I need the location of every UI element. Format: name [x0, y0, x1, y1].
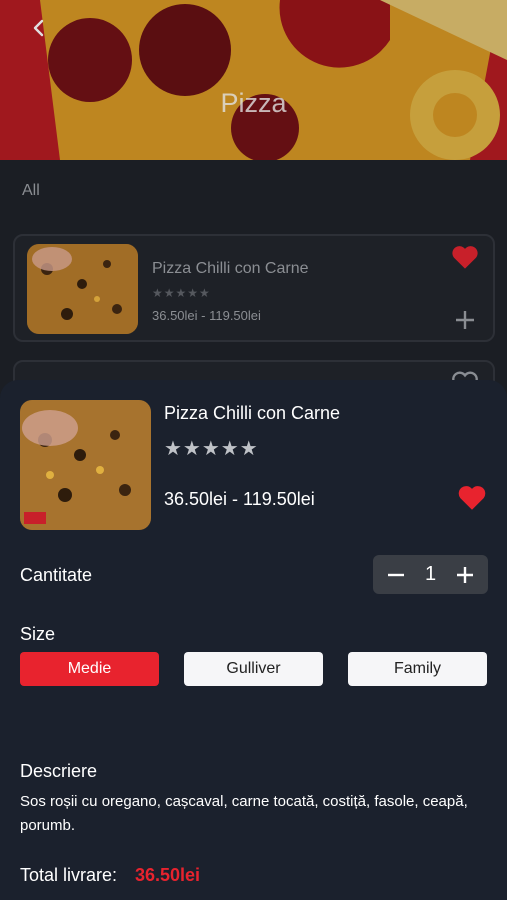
decrement-button[interactable] — [385, 562, 407, 588]
size-option-gulliver[interactable]: Gulliver — [184, 652, 323, 686]
add-to-cart-button[interactable] — [455, 308, 475, 334]
product-list: Pizza Chilli con Carne ★★★★★ 36.50lei - … — [0, 220, 507, 468]
total-value: 36.50lei — [135, 865, 201, 885]
category-header: Pizza — [0, 0, 507, 160]
minus-icon — [388, 573, 404, 576]
product-price: 36.50lei - 119.50lei — [152, 308, 261, 323]
size-label: Size — [20, 624, 56, 644]
quantity-label: Cantitate — [20, 565, 93, 585]
size-option-family[interactable]: Family — [348, 652, 487, 686]
heart-icon[interactable] — [451, 244, 479, 270]
product-image — [27, 244, 138, 334]
size-option-medie[interactable]: Medie — [20, 652, 159, 686]
rating-stars: ★★★★★ — [152, 286, 211, 300]
chevron-left-icon — [33, 19, 44, 37]
plus-icon — [456, 311, 474, 329]
increment-button[interactable] — [454, 562, 476, 588]
rating-stars: ★★★★★ — [164, 438, 259, 460]
category-tabs: All — [0, 160, 507, 223]
tab-all[interactable]: All — [22, 182, 40, 200]
total-label: Total livrare: — [20, 865, 118, 885]
product-name: Pizza Chilli con Carne — [164, 403, 341, 423]
product-card[interactable]: Pizza Chilli con Carne ★★★★★ 36.50lei - … — [13, 234, 495, 342]
product-detail-sheet: Pizza Chilli con Carne ★★★★★ 36.50lei - … — [0, 380, 507, 900]
page-title: Pizza — [220, 88, 287, 118]
product-image — [20, 400, 151, 530]
product-name: Pizza Chilli con Carne — [152, 260, 309, 277]
heart-icon[interactable] — [457, 484, 487, 511]
quantity-value: 1 — [424, 563, 437, 585]
description-text: Sos roșii cu oregano, cașcaval, carne to… — [20, 793, 468, 834]
quantity-stepper: 1 — [373, 555, 488, 594]
plus-icon — [457, 566, 473, 583]
back-button[interactable] — [26, 14, 50, 42]
description-label: Descriere — [20, 761, 98, 781]
product-price: 36.50lei - 119.50lei — [164, 489, 315, 509]
